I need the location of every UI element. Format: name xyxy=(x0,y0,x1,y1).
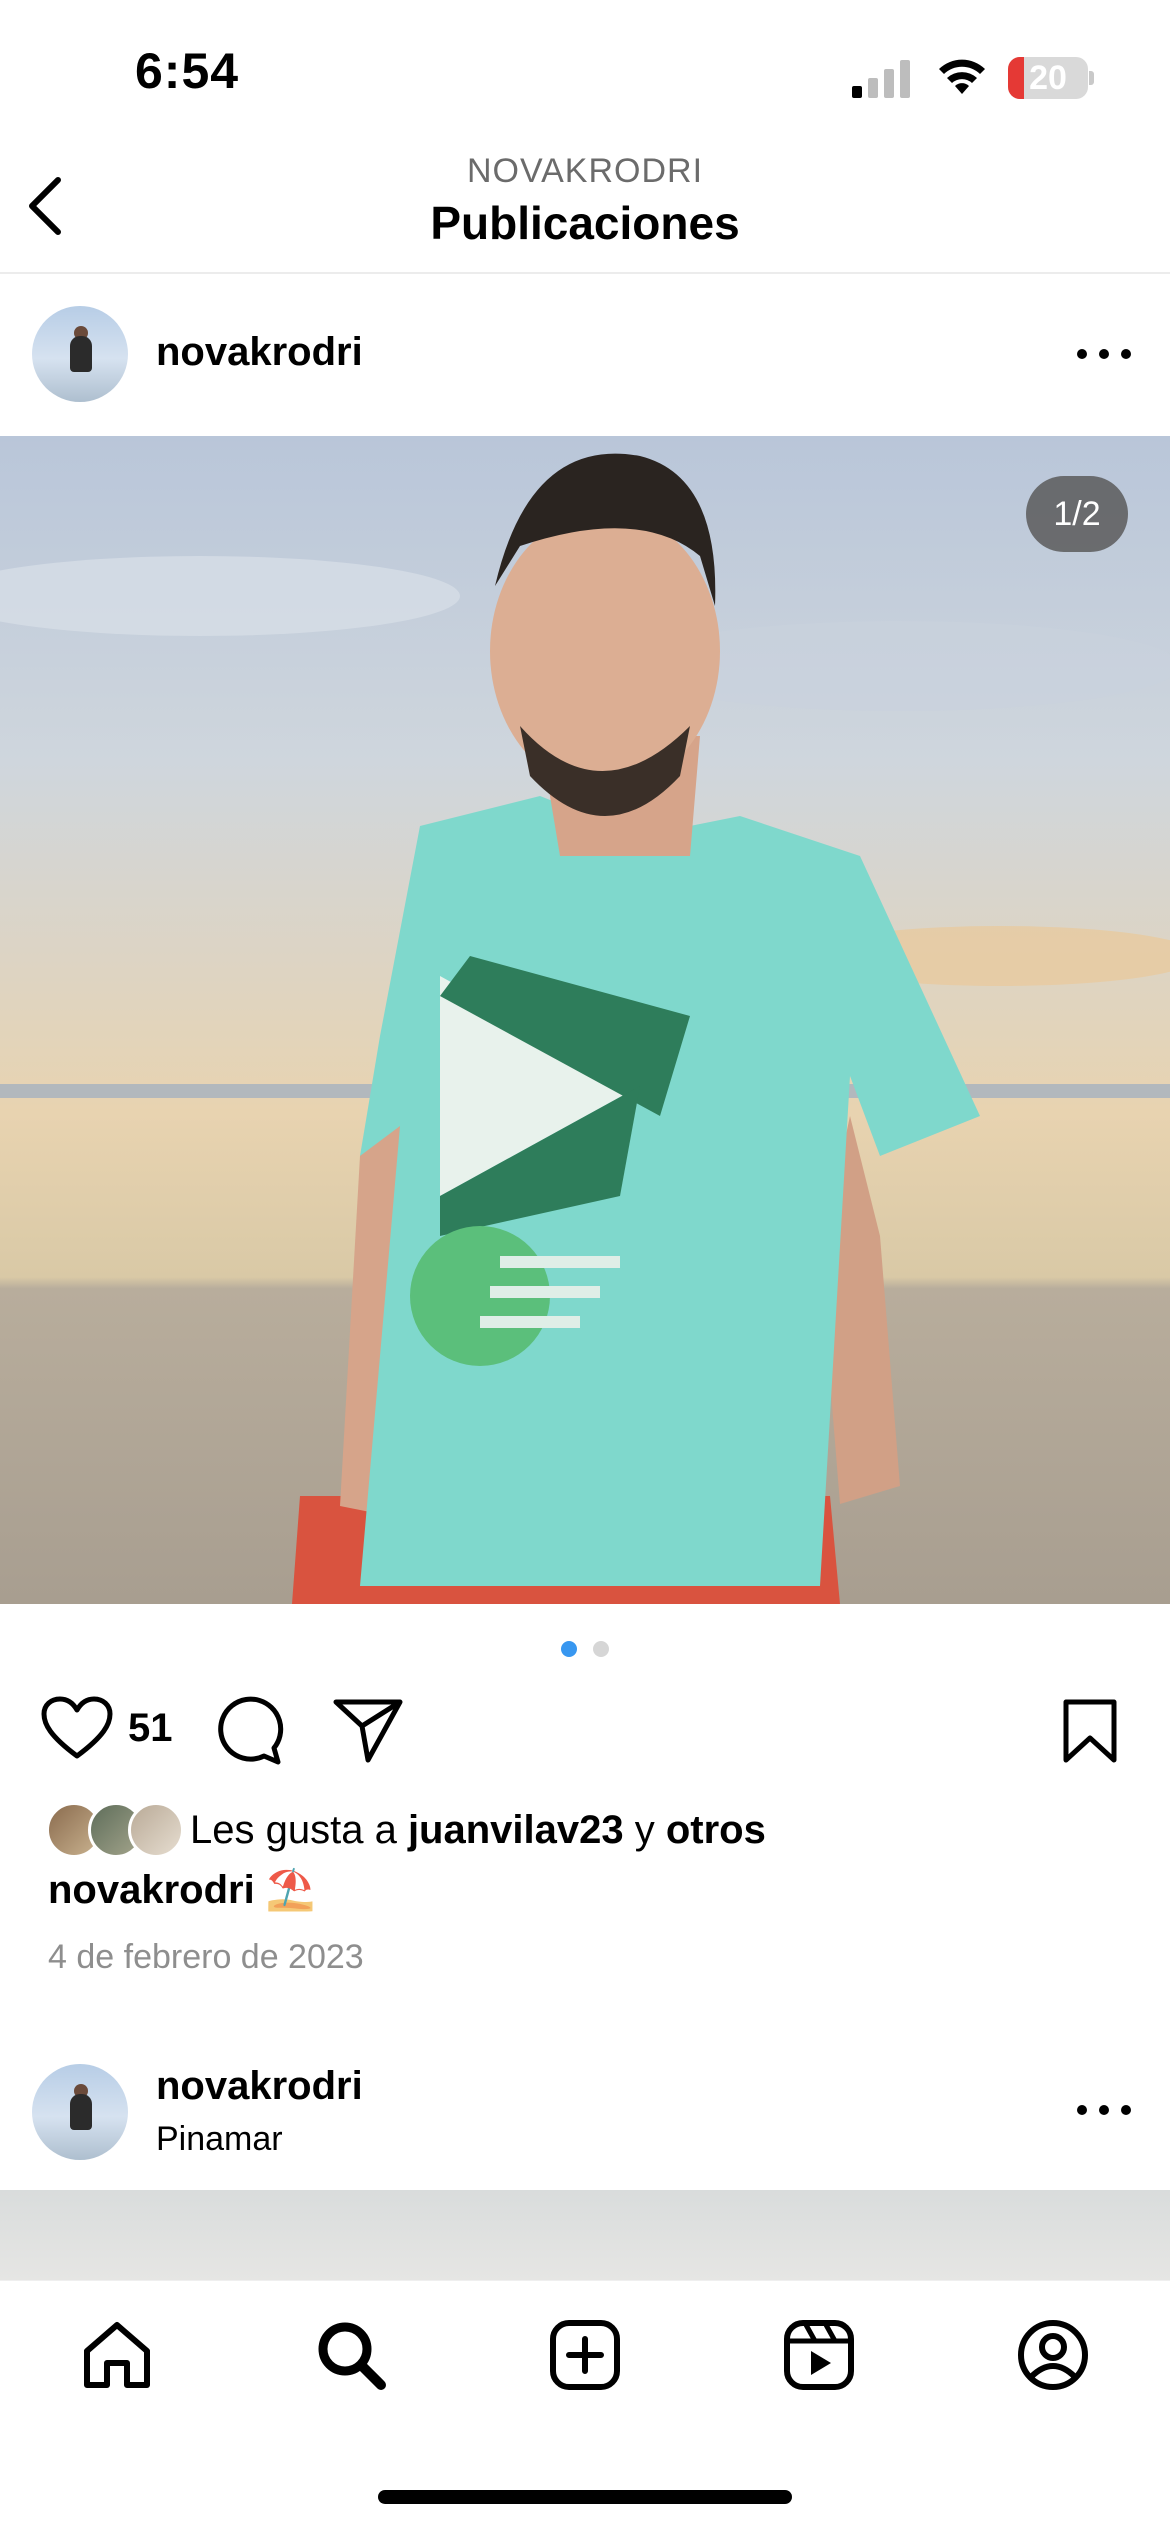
next-post-more-options-icon[interactable] xyxy=(1074,2100,1134,2120)
next-post-photo[interactable] xyxy=(0,2190,1170,2282)
header-subtitle: NOVAKRODRI xyxy=(466,152,704,190)
battery-cap xyxy=(1089,71,1094,85)
carousel-counter-badge: 1/2 xyxy=(1026,476,1128,552)
page-title: Publicaciones xyxy=(430,197,740,249)
post-photo[interactable] xyxy=(0,436,1170,1604)
caption: novakrodri ⛱️ xyxy=(48,1866,316,1913)
carousel-dot xyxy=(593,1641,609,1657)
next-post-location[interactable]: Pinamar xyxy=(156,2120,283,2159)
caption-username[interactable]: novakrodri xyxy=(48,1868,255,1912)
more-options-icon[interactable] xyxy=(1074,344,1134,364)
bookmark-icon[interactable] xyxy=(1060,1698,1120,1764)
status-time: 6:54 xyxy=(135,43,240,99)
wifi-icon xyxy=(939,59,985,94)
avatar-figure xyxy=(70,2094,92,2130)
tab-profile-icon[interactable] xyxy=(1015,2317,1091,2393)
liked-by-others[interactable]: otros xyxy=(666,1808,766,1852)
cellular-signal-icon xyxy=(852,60,910,98)
likes-count[interactable]: 51 xyxy=(128,1706,173,1751)
tab-home-icon[interactable] xyxy=(79,2317,155,2393)
share-send-icon[interactable] xyxy=(332,1696,404,1766)
post-date: 4 de febrero de 2023 xyxy=(48,1938,364,1976)
liker-avatar-3 xyxy=(128,1802,184,1858)
caption-emoji: ⛱️ xyxy=(265,1868,316,1912)
battery-icon: 20 xyxy=(1008,57,1088,99)
liked-by-connector: y xyxy=(623,1808,666,1852)
avatar-figure xyxy=(70,336,92,372)
header-divider xyxy=(0,272,1170,274)
post-avatar[interactable] xyxy=(32,306,128,402)
comment-icon[interactable] xyxy=(214,1696,284,1766)
battery-level: 20 xyxy=(1029,59,1067,97)
tab-create-icon[interactable] xyxy=(547,2317,623,2393)
tab-search-icon[interactable] xyxy=(313,2317,389,2393)
tab-reels-icon[interactable] xyxy=(781,2317,857,2393)
home-indicator[interactable] xyxy=(378,2490,792,2504)
photo-venice-beach-icon xyxy=(0,453,1170,1604)
carousel-dot-active xyxy=(561,1641,577,1657)
like-heart-icon[interactable] xyxy=(40,1696,114,1762)
liked-by-user[interactable]: juanvilav23 xyxy=(408,1808,624,1852)
liked-by-prefix: Les gusta a xyxy=(190,1808,408,1852)
post-username[interactable]: novakrodri xyxy=(156,330,363,375)
next-post-username[interactable]: novakrodri xyxy=(156,2064,363,2109)
next-post-avatar[interactable] xyxy=(32,2064,128,2160)
liked-by-text[interactable]: Les gusta a juanvilav23 y otros xyxy=(190,1808,766,1853)
